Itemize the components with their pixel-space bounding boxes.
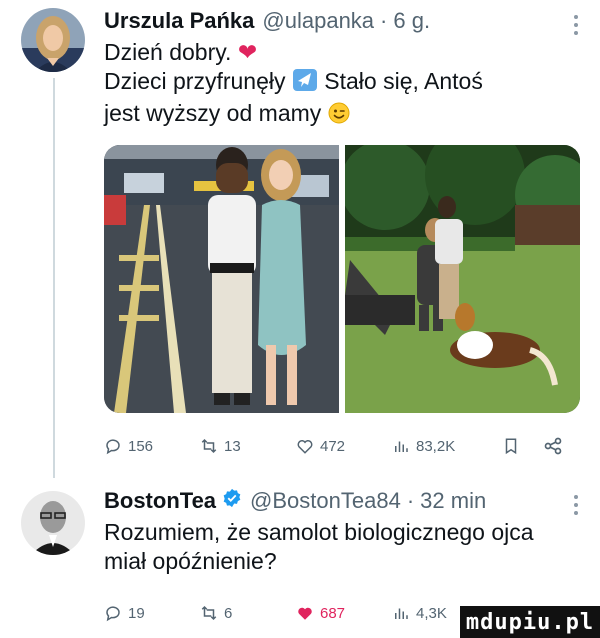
like-icon [297, 440, 313, 454]
like-button[interactable]: 472 [296, 437, 392, 455]
reply-count: 156 [128, 437, 154, 455]
bookmark-icon [505, 438, 517, 455]
avatar-bostontea[interactable] [21, 491, 85, 555]
photo-airport[interactable] [104, 145, 339, 413]
avatar-bostontea-image [21, 491, 85, 555]
views-count: 4,3K [416, 604, 447, 622]
watermark: mdupiu.pl [460, 606, 600, 638]
airplane-emoji [292, 68, 318, 99]
text-line: Rozumiem, że samolot biologicznego ojca [104, 519, 534, 545]
views-icon [395, 441, 408, 452]
text-line: Dzieci przyfrunęły Stało się, Antoś [104, 67, 582, 99]
post-actions: 156 13 472 83,2K [104, 436, 582, 456]
repost-button[interactable]: 13 [200, 437, 296, 455]
text-line: jest wyższy od mamy [104, 99, 582, 131]
like-button[interactable]: 687 [296, 604, 392, 622]
post-time[interactable]: 6 g. [393, 8, 430, 34]
avatar-urszula-image [21, 8, 85, 72]
like-icon [298, 607, 312, 620]
like-count: 472 [320, 437, 346, 455]
views-icon [395, 608, 408, 619]
author-handle[interactable]: @ulapanka [262, 8, 374, 34]
more-icon[interactable] [572, 494, 580, 516]
reply-icon [106, 439, 120, 455]
separator-dot: · [380, 8, 388, 33]
post-text: Rozumiem, że samolot biologicznego ojca … [104, 518, 582, 576]
post-header: BostonTea @BostonTea84 · 32 min [104, 488, 582, 514]
author-name[interactable]: BostonTea [104, 488, 216, 514]
share-icon [544, 437, 562, 455]
like-count: 687 [320, 604, 346, 622]
thread-line [53, 78, 55, 478]
repost-icon [201, 438, 217, 454]
post-time[interactable]: 32 min [420, 488, 486, 514]
repost-count: 6 [224, 604, 233, 622]
photo-garden[interactable] [345, 145, 580, 413]
avatar-urszula[interactable] [21, 8, 85, 72]
author-name[interactable]: Urszula Pańka [104, 8, 254, 34]
reply-button[interactable]: 156 [104, 437, 200, 455]
share-button[interactable] [538, 436, 568, 456]
reply-button[interactable]: 19 [104, 604, 200, 622]
views-count: 83,2K [416, 437, 456, 455]
post-header: Urszula Pańka @ulapanka · 6 g. [104, 8, 582, 34]
text-line: miał opóźnienie? [104, 548, 277, 574]
repost-icon [201, 605, 217, 621]
repost-button[interactable]: 6 [200, 604, 296, 622]
views-button[interactable]: 83,2K [392, 437, 484, 455]
reply-count: 19 [128, 604, 145, 622]
more-icon[interactable] [572, 14, 580, 36]
reply-icon [106, 606, 120, 622]
post-media[interactable] [104, 145, 580, 413]
post-text: Dzień dobry. ❤ Dzieci przyfrunęły Stało … [104, 38, 582, 131]
heart-emoji: ❤ [237, 39, 258, 65]
bookmark-button[interactable] [484, 436, 538, 456]
repost-count: 13 [224, 437, 241, 455]
post-bostontea[interactable]: BostonTea @BostonTea84 · 32 min Rozumiem… [104, 488, 582, 576]
winking-face-emoji [328, 102, 350, 131]
verified-badge-icon [222, 488, 242, 514]
text-line: Dzień dobry. ❤ [104, 39, 258, 65]
author-handle[interactable]: @BostonTea84 [250, 488, 401, 514]
post-urszula[interactable]: Urszula Pańka @ulapanka · 6 g. Dzień dob… [104, 8, 582, 131]
separator-dot: · [406, 488, 415, 513]
